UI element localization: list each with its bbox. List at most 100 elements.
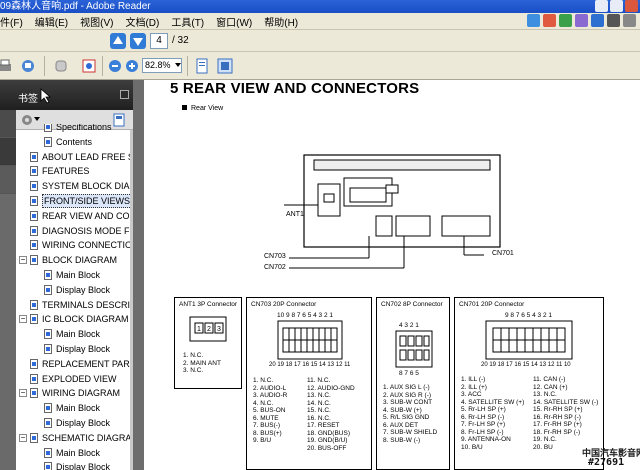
window-title: 09森林人音响.pdf - Adobe Reader	[0, 1, 151, 12]
bookmark-page-icon	[44, 284, 52, 295]
cn703-top-numbers: 10 9 8 7 6 5 4 3 2 1	[277, 312, 334, 319]
bookmark-item[interactable]: Main Block	[16, 268, 130, 282]
bookmark-item[interactable]: − IC BLOCK DIAGRAM	[16, 312, 130, 326]
select-tool-icon[interactable]	[80, 57, 98, 75]
cn703-connector-box: CN703 20P Connector 10 9 8 7 6 5 4 3 2 1…	[246, 297, 372, 470]
menu-window[interactable]: 窗口(W)	[210, 14, 258, 29]
menu-document[interactable]: 文档(D)	[119, 14, 165, 29]
bookmark-page-icon	[44, 418, 52, 428]
bookmark-label: Display Block	[56, 462, 111, 470]
close-panel-icon[interactable]	[120, 90, 129, 99]
cn703-box-title: CN703 20P Connector	[251, 301, 317, 308]
bookmark-item[interactable]: Contents	[16, 135, 130, 149]
fit-width-icon[interactable]	[216, 57, 234, 75]
ant1-connector-box: ANT1 3P Connector 1 2 3 1. N.C. 2. MAIN …	[174, 297, 242, 389]
close-button[interactable]	[625, 0, 638, 12]
ime-moon-icon[interactable]	[559, 14, 572, 27]
cn703-pins-left: 1. N.C. 2. AUDIO-L 3. AUDIO-R 4. N.C. 5. B…	[253, 377, 288, 444]
bookmarks-tab[interactable]	[0, 138, 16, 166]
menu-edit[interactable]: 编辑(E)	[29, 14, 74, 29]
print-icon[interactable]	[0, 57, 14, 75]
bookmark-item[interactable]: SYSTEM BLOCK DIAG	[16, 179, 130, 193]
zoom-in-icon[interactable]	[123, 57, 141, 75]
bookmark-item[interactable]: REAR VIEW AND CO	[16, 209, 130, 223]
bookmark-item[interactable]: Display Block	[16, 460, 130, 470]
bookmark-label: ABOUT LEAD FREE S	[42, 151, 130, 162]
bookmark-item[interactable]: WIRING CONNECTIO	[16, 238, 130, 252]
bookmark-item[interactable]: Specifications	[16, 124, 130, 134]
bookmark-item[interactable]: REPLACEMENT PAR	[16, 357, 130, 371]
bookmark-page-icon	[30, 299, 38, 310]
bookmark-item[interactable]: Main Block	[16, 446, 130, 460]
menu-bar: 件(F) 编辑(E) 视图(V) 文档(D) 工具(T) 窗口(W) 帮助(H)	[0, 13, 640, 30]
minimize-button[interactable]	[595, 0, 608, 12]
next-page-button[interactable]	[130, 33, 146, 49]
bookmark-item[interactable]: Display Block	[16, 342, 130, 356]
ime-a-icon[interactable]	[543, 14, 556, 27]
cn702-callout: CN702	[264, 264, 286, 271]
navigation-toolbar: 4 / 32	[0, 30, 640, 52]
attachments-tab[interactable]	[0, 166, 16, 194]
bookmark-item[interactable]: − WIRING DIAGRAM	[16, 386, 130, 400]
pages-tab[interactable]	[0, 110, 16, 138]
rear-view-subheading: Rear View	[182, 105, 223, 112]
bookmark-item[interactable]: FRONT/SIDE VIEWS	[16, 194, 130, 208]
previous-page-button[interactable]	[110, 33, 126, 49]
menu-view[interactable]: 视图(V)	[74, 14, 119, 29]
collapse-toggle-icon[interactable]: −	[19, 256, 27, 265]
bookmark-page-icon	[44, 136, 52, 147]
ime-settings-icon[interactable]	[623, 14, 636, 27]
bookmark-item[interactable]: − BLOCK DIAGRAM	[16, 253, 130, 267]
cursor-arrow-icon	[40, 88, 52, 104]
bookmark-item[interactable]: FEATURES	[16, 164, 130, 178]
bookmark-item[interactable]: Display Block	[16, 283, 130, 297]
bookmark-label: EXPLODED VIEW	[42, 373, 117, 384]
collapse-toggle-icon[interactable]: −	[19, 389, 27, 398]
email-icon[interactable]	[20, 57, 38, 75]
menu-tools[interactable]: 工具(T)	[165, 14, 210, 29]
bookmark-item[interactable]: Display Block	[16, 416, 130, 430]
bookmark-item[interactable]: TERMINALS DESCRI	[16, 298, 130, 312]
bookmark-page-icon	[44, 270, 52, 280]
bookmark-item[interactable]: Main Block	[16, 401, 130, 415]
cn703-bottom-numbers: 20 19 18 17 16 15 14 13 12 11	[269, 362, 351, 368]
maximize-button[interactable]	[610, 0, 623, 12]
ime-keyboard-icon[interactable]	[591, 14, 604, 27]
bookmark-label: SYSTEM BLOCK DIAG	[42, 181, 130, 192]
page-number-input[interactable]: 4	[150, 33, 168, 49]
bookmark-page-icon	[44, 344, 52, 354]
collapse-toggle-icon[interactable]: −	[19, 315, 27, 324]
cn703-callout: CN703	[264, 253, 286, 260]
collapse-toggle-icon[interactable]: −	[19, 433, 27, 442]
ime-punct-icon[interactable]	[575, 14, 588, 27]
bookmarks-panel: 书签 Specifications Contents ABOUT LEAD FREE…	[0, 80, 133, 470]
bookmark-label: TERMINALS DESCRI	[42, 299, 130, 310]
ime-user-icon[interactable]	[607, 14, 620, 27]
window-title-bar: 09森林人音响.pdf - Adobe Reader	[0, 0, 640, 13]
bookmark-item[interactable]: DIAGNOSIS MODE F	[16, 224, 130, 238]
bookmark-label: IC BLOCK DIAGRAM	[42, 314, 129, 325]
bookmark-label: WIRING CONNECTIO	[42, 240, 130, 251]
bookmarks-scrollbar[interactable]	[130, 130, 133, 470]
bookmark-item[interactable]: − SCHEMATIC DIAGRA	[16, 431, 130, 445]
bookmark-page-icon	[30, 314, 38, 325]
menu-file[interactable]: 件(F)	[0, 14, 29, 29]
bookmark-item[interactable]: Main Block	[16, 327, 130, 341]
arrow-down-icon	[133, 38, 143, 46]
bookmark-item[interactable]: EXPLODED VIEW	[16, 372, 130, 386]
bookmark-label: DIAGNOSIS MODE F	[42, 225, 130, 236]
bookmark-item[interactable]: ABOUT LEAD FREE S	[16, 150, 130, 164]
bookmark-page-icon	[44, 447, 52, 458]
fit-page-icon[interactable]	[193, 57, 211, 75]
bookmark-list: Specifications Contents ABOUT LEAD FREE S F…	[16, 124, 130, 470]
bookmark-page-icon	[30, 166, 38, 177]
bookmark-label: Main Block	[56, 447, 101, 458]
menu-help[interactable]: 帮助(H)	[258, 14, 304, 29]
zoom-out-icon[interactable]	[106, 57, 124, 75]
bookmark-label: FEATURES	[42, 166, 90, 177]
hand-tool-icon[interactable]	[52, 57, 70, 75]
cn701-box-title: CN701 20P Connector	[459, 301, 525, 308]
ime-s-icon[interactable]	[527, 14, 540, 27]
cn702-connector-drawing	[395, 330, 433, 368]
zoom-toolbar: 82.8%	[0, 52, 640, 80]
